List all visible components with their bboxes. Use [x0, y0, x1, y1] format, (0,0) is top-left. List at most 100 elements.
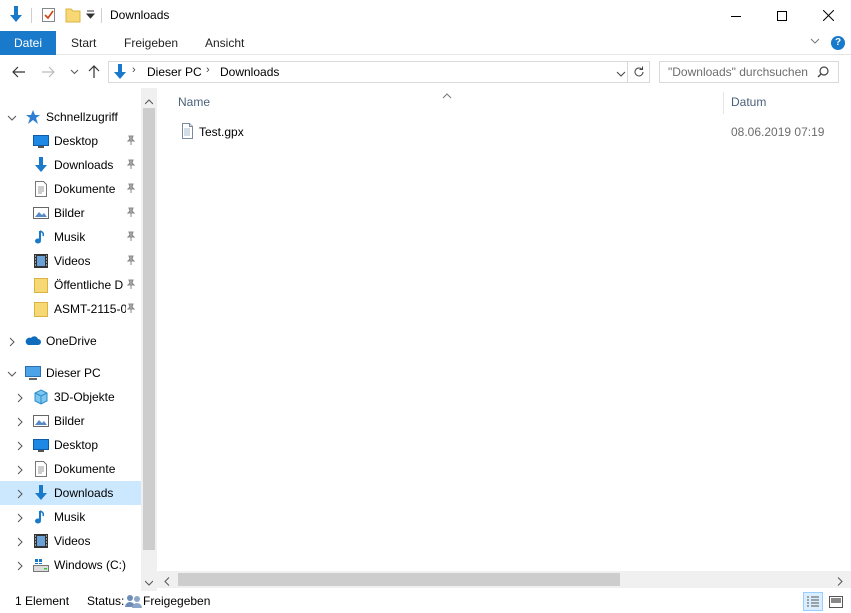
sidebar-item-label: Dokumente: [54, 462, 116, 476]
chevron-right-icon[interactable]: [15, 560, 25, 574]
scroll-up-icon[interactable]: [144, 94, 154, 108]
chevron-down-icon[interactable]: [7, 112, 17, 126]
refresh-button[interactable]: [628, 61, 650, 83]
column-header-date[interactable]: Datum: [731, 95, 766, 109]
pin-icon[interactable]: [126, 279, 136, 293]
pin-icon[interactable]: [126, 159, 136, 173]
file-name: Test.gpx: [199, 125, 244, 139]
pin-icon[interactable]: [126, 255, 136, 269]
chevron-right-icon[interactable]: [15, 512, 25, 526]
toolbar-divider: [31, 8, 32, 23]
ribbon-tabs: Datei Start Freigeben Ansicht ?: [0, 31, 851, 55]
breadcrumb-chevron-icon[interactable]: ›: [132, 64, 136, 76]
sidebar-item-dieser-pc[interactable]: Dieser PC: [0, 361, 141, 385]
pin-icon[interactable]: [126, 303, 136, 317]
help-icon[interactable]: ?: [831, 36, 845, 50]
pin-icon[interactable]: [126, 231, 136, 245]
sidebar-scrollbar[interactable]: [141, 88, 157, 591]
sidebar-item-musik[interactable]: Musik: [0, 225, 141, 249]
sidebar-item-label: Öffentliche D: [54, 278, 124, 292]
breadcrumb-downloads[interactable]: Downloads: [220, 65, 279, 79]
forward-arrow-icon: [42, 66, 55, 78]
sidebar-item-videos[interactable]: Videos: [0, 249, 141, 273]
close-button[interactable]: [805, 0, 851, 31]
forward-button[interactable]: [40, 64, 56, 80]
sidebar-item-label: Videos: [54, 254, 91, 268]
recent-locations-button[interactable]: [66, 64, 82, 80]
toolbar-divider: [101, 8, 102, 23]
status-label: Status:: [87, 594, 125, 608]
maximize-icon: [777, 10, 787, 21]
sidebar-item-musik-pc[interactable]: Musik: [0, 505, 141, 529]
chevron-right-icon[interactable]: [15, 536, 25, 550]
scroll-down-icon[interactable]: [144, 575, 154, 589]
pin-icon[interactable]: [126, 183, 136, 197]
properties-icon[interactable]: [41, 6, 57, 26]
computer-icon: [25, 365, 41, 381]
document-icon: [33, 181, 49, 197]
star-icon: [25, 109, 41, 125]
sidebar-item-asmt[interactable]: ASMT-2115-0: [0, 297, 141, 321]
tab-start[interactable]: Start: [59, 31, 108, 55]
column-divider[interactable]: [723, 92, 724, 114]
large-icons-view-button[interactable]: [826, 592, 846, 611]
sidebar-item-oeffentliche[interactable]: Öffentliche D: [0, 273, 141, 297]
sidebar-item-onedrive[interactable]: OneDrive: [0, 329, 141, 353]
chevron-down-icon[interactable]: [7, 368, 17, 382]
horizontal-scroll-thumb[interactable]: [178, 573, 620, 586]
pin-icon[interactable]: [126, 207, 136, 221]
desktop-icon: [33, 437, 49, 453]
sidebar-item-videos-pc[interactable]: Videos: [0, 529, 141, 553]
sidebar-item-bilder-pc[interactable]: Bilder: [0, 409, 141, 433]
download-icon: [33, 485, 49, 501]
search-input[interactable]: [659, 61, 839, 83]
customize-toolbar-dropdown-icon[interactable]: [85, 9, 96, 29]
up-button[interactable]: [86, 64, 102, 80]
breadcrumb-dieser-pc[interactable]: Dieser PC: [147, 65, 202, 79]
column-header-name[interactable]: Name: [178, 95, 210, 109]
chevron-right-icon[interactable]: [15, 416, 25, 430]
maximize-button[interactable]: [759, 0, 805, 31]
sidebar-item-label: Windows (C:): [54, 558, 127, 572]
address-dropdown-icon[interactable]: [616, 67, 626, 81]
back-arrow-icon: [12, 66, 25, 78]
sidebar-item-schnellzugriff[interactable]: Schnellzugriff: [0, 105, 141, 129]
expand-ribbon-chevron-icon[interactable]: [809, 35, 821, 50]
shared-users-icon: [125, 593, 142, 612]
horizontal-scrollbar[interactable]: [157, 571, 851, 588]
sidebar-item-downloads-pc[interactable]: Downloads: [0, 481, 141, 505]
up-arrow-icon: [88, 65, 100, 78]
sidebar-item-windows-c[interactable]: Windows (C:): [0, 553, 141, 577]
breadcrumb-chevron-icon[interactable]: ›: [206, 64, 210, 76]
pin-icon[interactable]: [126, 135, 136, 149]
scroll-left-icon[interactable]: [164, 575, 170, 589]
sidebar-item-desktop[interactable]: Desktop: [0, 129, 141, 153]
sidebar-item-downloads[interactable]: Downloads: [0, 153, 141, 177]
tab-datei[interactable]: Datei: [0, 31, 56, 55]
chevron-right-icon[interactable]: [15, 440, 25, 454]
file-row[interactable]: Test.gpx 08.06.2019 07:19: [175, 121, 851, 143]
search-icon[interactable]: [817, 66, 829, 81]
scroll-right-icon[interactable]: [837, 575, 843, 589]
sidebar-item-desktop-pc[interactable]: Desktop: [0, 433, 141, 457]
document-icon: [33, 461, 49, 477]
sidebar-scroll-thumb[interactable]: [143, 108, 155, 550]
back-button[interactable]: [11, 64, 27, 80]
address-bar[interactable]: › Dieser PC › Downloads: [108, 61, 628, 83]
item-count: 1 Element: [15, 594, 70, 608]
details-view-button[interactable]: [803, 592, 823, 611]
sidebar-item-3d-objekte[interactable]: 3D-Objekte: [0, 385, 141, 409]
sidebar-item-dokumente[interactable]: Dokumente: [0, 177, 141, 201]
chevron-right-icon[interactable]: [15, 392, 25, 406]
sidebar-item-bilder[interactable]: Bilder: [0, 201, 141, 225]
sidebar-item-dokumente-pc[interactable]: Dokumente: [0, 457, 141, 481]
tab-freigeben[interactable]: Freigeben: [112, 31, 190, 55]
chevron-right-icon[interactable]: [15, 488, 25, 502]
minimize-button[interactable]: [713, 0, 759, 31]
quick-access-download-icon[interactable]: [8, 6, 24, 26]
tab-ansicht[interactable]: Ansicht: [193, 31, 256, 55]
sidebar-item-label: Downloads: [54, 486, 114, 500]
chevron-right-icon[interactable]: [15, 464, 25, 478]
new-folder-icon[interactable]: [65, 6, 81, 26]
chevron-right-icon[interactable]: [7, 336, 17, 350]
